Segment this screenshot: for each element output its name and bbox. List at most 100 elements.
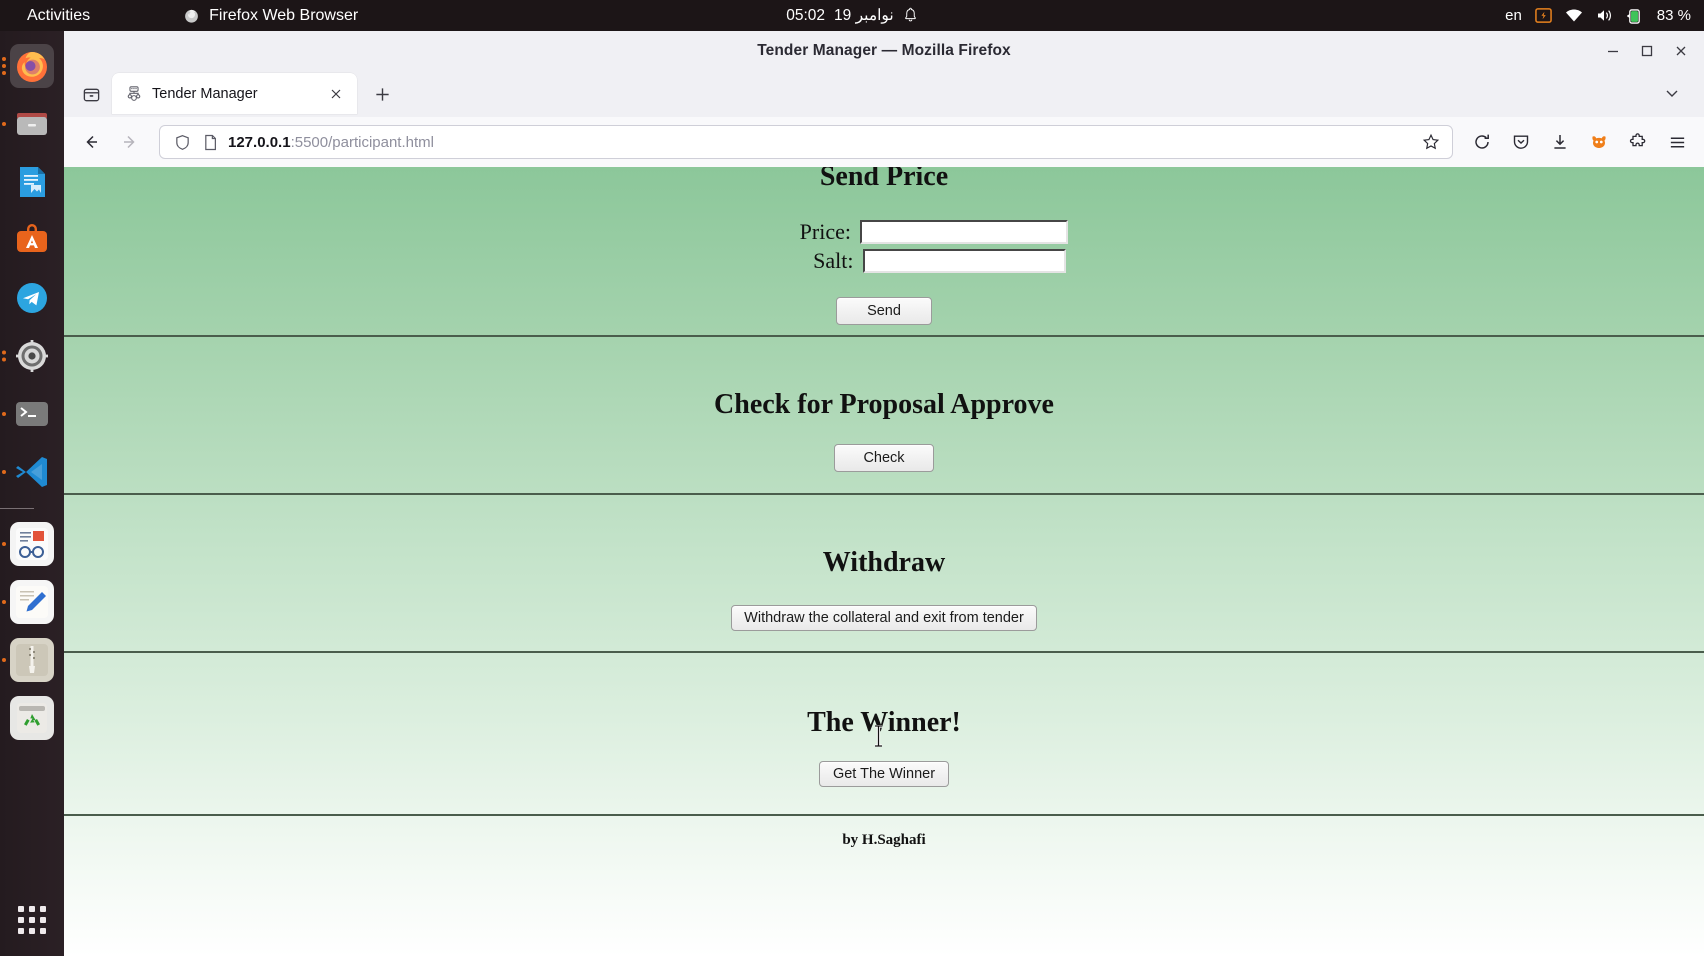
files-folder-icon: [10, 102, 54, 146]
page-viewport: Send Price Price: Salt: Send Check for P…: [64, 167, 1704, 956]
firefox-icon: [185, 9, 198, 23]
author-credit: by H.Saghafi: [842, 832, 926, 848]
send-price-heading: Send Price: [819, 167, 949, 192]
section-winner: The Winner! Get The Winner: [64, 653, 1704, 816]
system-status-area[interactable]: en 83 %: [1505, 0, 1704, 31]
dock-item-terminal[interactable]: [0, 385, 64, 443]
show-applications-button[interactable]: [0, 906, 64, 934]
app-grid-icon: [18, 906, 46, 934]
shield-icon[interactable]: [168, 134, 196, 151]
url-bar[interactable]: 127.0.0.1:5500/participant.html: [159, 125, 1453, 159]
window-titlebar: Tender Manager — Mozilla Firefox: [64, 31, 1704, 70]
app-menu-hamburger-icon[interactable]: [1659, 124, 1695, 160]
battery-percentage: 83 %: [1656, 7, 1691, 24]
maximize-button[interactable]: [1632, 36, 1662, 66]
price-input[interactable]: [860, 220, 1068, 244]
get-the-winner-button[interactable]: Get The Winner: [818, 761, 950, 787]
dock-running-dots-settings: [2, 350, 6, 362]
dock-running-dots-files: [2, 122, 6, 126]
price-label: Price:: [799, 219, 851, 244]
dock-running-dots-text-editor: [2, 600, 6, 604]
libreoffice-writer-icon: [10, 160, 54, 204]
check-proposal-heading: Check for Proposal Approve: [714, 389, 1054, 420]
activities-button[interactable]: Activities: [14, 0, 103, 31]
url-path: :5500/participant.html: [290, 133, 434, 151]
list-all-tabs-button[interactable]: [70, 74, 112, 114]
app-menu-label: Firefox Web Browser: [209, 6, 359, 24]
window-controls: [1598, 31, 1696, 70]
ubuntu-software-icon: [10, 218, 54, 262]
dock-item-vscode[interactable]: [0, 443, 64, 501]
tab-overflow-chevron-down-icon[interactable]: [1654, 75, 1690, 111]
browser-tab[interactable]: Tender Manager: [112, 73, 357, 114]
trash-icon: [10, 696, 54, 740]
dock-item-firefox[interactable]: [0, 37, 64, 95]
dock-item-ubuntu-software[interactable]: [0, 211, 64, 269]
firefox-window: Tender Manager — Mozilla Firefox Tender …: [64, 31, 1704, 956]
footer: by H.Saghafi: [64, 816, 1704, 849]
page-info-icon[interactable]: [196, 134, 224, 151]
check-button[interactable]: Check: [834, 444, 934, 472]
extension-monkey-icon[interactable]: [1581, 124, 1617, 160]
close-button[interactable]: [1666, 36, 1696, 66]
tab-strip-right-group: [1654, 75, 1704, 111]
forward-button[interactable]: [112, 124, 148, 160]
dock-item-archive-manager[interactable]: [0, 631, 64, 689]
telegram-icon: [10, 276, 54, 320]
url-text[interactable]: 127.0.0.1:5500/participant.html: [224, 134, 1416, 151]
clock-time: 05:02: [786, 6, 826, 24]
wifi-icon[interactable]: [1565, 8, 1583, 23]
extensions-puzzle-icon[interactable]: [1620, 124, 1656, 160]
vscode-icon: [10, 450, 54, 494]
tab-close-icon[interactable]: [325, 83, 347, 105]
salt-field-row: Salt:: [700, 248, 1068, 274]
date-time-menu[interactable]: 05:02 نوامبر 19: [786, 6, 918, 25]
dock-item-files[interactable]: [0, 95, 64, 153]
dock-item-trash[interactable]: [0, 689, 64, 747]
dock-item-libreoffice-writer[interactable]: [0, 153, 64, 211]
winner-heading: The Winner!: [807, 707, 961, 738]
dock-item-settings[interactable]: [0, 327, 64, 385]
tab-strip: Tender Manager: [64, 70, 1704, 117]
window-title: Tender Manager — Mozilla Firefox: [757, 41, 1011, 59]
pocket-save-icon[interactable]: [1503, 124, 1539, 160]
downloads-button[interactable]: [1542, 124, 1578, 160]
send-button[interactable]: Send: [836, 297, 932, 325]
dock-running-dots-terminal: [2, 412, 6, 416]
minimize-button[interactable]: [1598, 36, 1628, 66]
gear-icon: [10, 334, 54, 378]
ubuntu-dock: [0, 31, 64, 956]
tab-title: Tender Manager: [152, 85, 258, 102]
withdraw-button[interactable]: Withdraw the collateral and exit from te…: [731, 605, 1037, 631]
tab-favicon-icon: [127, 85, 141, 101]
battery-icon[interactable]: [1626, 8, 1642, 24]
screencast-indicator-icon[interactable]: [1534, 7, 1552, 24]
price-field-row: Price:: [700, 219, 1068, 245]
top-bar-left-group: Activities Firefox Web Browser: [0, 0, 358, 31]
new-tab-button[interactable]: [363, 75, 401, 113]
text-editor-pencil-icon: [10, 580, 54, 624]
dock-running-dots-archive-manager: [2, 658, 6, 662]
reload-button[interactable]: [1464, 124, 1500, 160]
notification-bell-icon: [904, 7, 916, 22]
navigation-toolbar: 127.0.0.1:5500/participant.html: [64, 117, 1704, 167]
terminal-icon: [10, 392, 54, 436]
dock-running-dots-firefox: [2, 57, 6, 75]
salt-input[interactable]: [862, 249, 1066, 273]
volume-icon[interactable]: [1596, 8, 1614, 23]
archive-manager-icon: [10, 638, 54, 682]
dock-item-list: [0, 31, 64, 747]
dock-item-telegram[interactable]: [0, 269, 64, 327]
section-withdraw: Withdraw Withdraw the collateral and exi…: [64, 495, 1704, 653]
dock-item-text-editor[interactable]: [0, 573, 64, 631]
dock-separator: [0, 508, 34, 509]
gnome-top-bar: Activities Firefox Web Browser 05:02 نوا…: [0, 0, 1704, 31]
price-form: Price: Salt:: [700, 219, 1068, 277]
app-menu-button[interactable]: Firefox Web Browser: [183, 7, 358, 25]
dock-item-document-viewer[interactable]: [0, 515, 64, 573]
keyboard-layout-indicator[interactable]: en: [1505, 7, 1522, 24]
salt-label: Salt:: [813, 248, 854, 273]
dock-running-dots-vscode: [2, 470, 6, 474]
bookmark-star-icon[interactable]: [1416, 133, 1446, 151]
back-button[interactable]: [73, 124, 109, 160]
